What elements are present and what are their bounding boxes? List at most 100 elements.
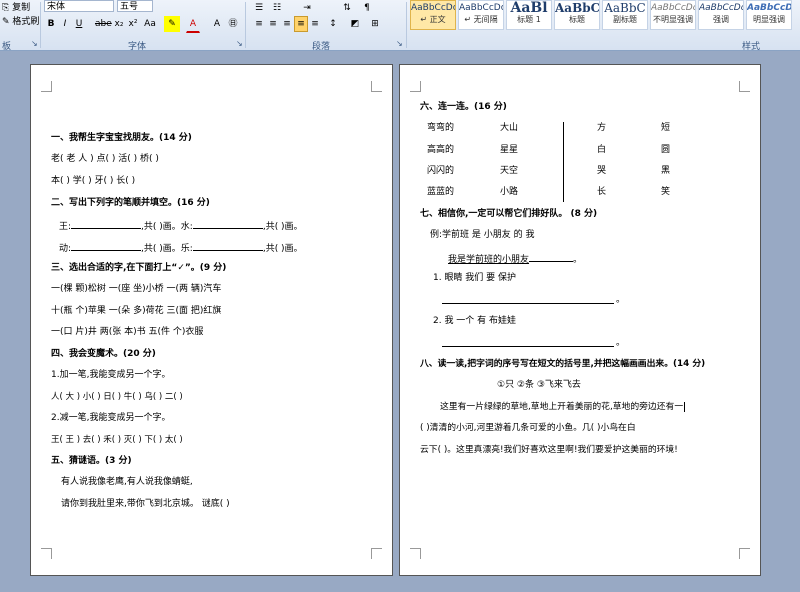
s7-question: 1. 眼睛 我们 要 保护 xyxy=(433,273,517,283)
section-7-title: 七、相信你,一定可以帮它们排好队。 (8 分) xyxy=(420,209,598,219)
s8-paragraph: 云下( )。这里真漂亮!我们好喜欢这里啊!我们要爱护这美丽的环境! xyxy=(420,445,678,455)
s5-line: 有人说我像老鹰,有人说我像蜻蜓, xyxy=(61,477,193,487)
s5-line: 请你到我肚里来,带你飞到北京城。 谜底( ) xyxy=(61,499,230,509)
font-size-combo[interactable]: 五号 xyxy=(117,0,153,12)
shading-icon[interactable]: ◩ xyxy=(348,16,362,32)
indent-icon[interactable]: ⇥ xyxy=(300,0,314,16)
s3-row: 一(口 片)井 两(张 本)书 五(件 个)衣服 xyxy=(51,327,204,337)
borders-icon[interactable]: ⊞ xyxy=(368,16,382,32)
s7-question: 2. 我 一个 有 布娃娃 xyxy=(433,316,517,326)
match-item[interactable]: 星星 xyxy=(500,144,518,156)
style-tile[interactable]: AaBbCcDc明显强调 xyxy=(746,0,792,30)
group-separator xyxy=(245,2,246,48)
ribbon: ⎘ 复制 ✎ 格式刷 板 ↘ 宋体 五号 B I U abe x₂ x² Aa … xyxy=(0,0,800,52)
blank[interactable] xyxy=(71,240,142,251)
document-page-1[interactable]: 一、我帮生字宝宝找朋友。(14 分) 老( 老 人 ) 点( ) 活( ) 桥(… xyxy=(30,64,393,576)
match-item[interactable]: 方 xyxy=(597,122,606,134)
char-shading-icon[interactable]: A xyxy=(210,16,224,32)
match-item[interactable]: 黑 xyxy=(661,165,670,177)
match-item[interactable]: 短 xyxy=(661,122,670,134)
justify-icon[interactable]: ≡ xyxy=(294,16,308,32)
numbering-icon[interactable]: ☷ xyxy=(270,0,284,16)
section-5-title: 五、猜谜语。(3 分) xyxy=(51,456,132,466)
s3-row: 一(棵 颗)松树 一(座 坐)小桥 一(两 辆)汽车 xyxy=(51,284,222,294)
s3-row: 十(瓶 个)苹果 一(朵 多)荷花 三(面 把)红旗 xyxy=(51,306,222,316)
style-tile[interactable]: AaBbCcDc ↵ 无间隔 xyxy=(458,0,504,30)
s8-options: ①只 ②条 ③飞来飞去 xyxy=(497,380,581,390)
s4-line: 王( 王 ) 去( ) 禾( ) 灭( ) 下( ) 太( ) xyxy=(51,435,183,445)
match-item[interactable]: 圆 xyxy=(661,144,670,156)
period: 。 xyxy=(616,295,626,305)
match-item[interactable]: 长 xyxy=(597,186,606,198)
s4-line: 人( 大 ) 小( ) 日( ) 牛( ) 乌( ) 二( ) xyxy=(51,392,183,402)
style-tile[interactable]: AaBl 标题 1 xyxy=(506,0,552,30)
align-center-icon[interactable]: ≡ xyxy=(266,16,280,32)
style-tile[interactable]: AaBbC 副标题 xyxy=(602,0,648,30)
match-item[interactable]: 哭 xyxy=(597,165,606,177)
match-item[interactable]: 闪闪的 xyxy=(427,165,454,177)
section-4-title: 四、我会变魔术。(20 分) xyxy=(51,349,156,359)
show-marks-icon[interactable]: ¶ xyxy=(360,0,374,16)
format-painter-button[interactable]: ✎ 格式刷 xyxy=(2,16,39,28)
match-item[interactable]: 高高的 xyxy=(427,144,454,156)
divider-line xyxy=(563,122,564,202)
section-2-title: 二、写出下列字的笔顺并填空。(16 分) xyxy=(51,198,210,208)
underline-button[interactable]: U xyxy=(72,16,86,32)
match-item[interactable]: 蓝蓝的 xyxy=(427,186,454,198)
style-tile[interactable]: AaBbCcDc 不明显强调 xyxy=(650,0,696,30)
styles-group-label: 样式 xyxy=(742,42,761,52)
s8-paragraph: 这里有一片绿绿的草地,草地上开着美丽的花,草地的旁边还有一 xyxy=(440,402,686,412)
corner-mark xyxy=(41,548,52,559)
font-name-combo[interactable]: 宋体 xyxy=(44,0,114,12)
document-page-2[interactable]: 六、连一连。(16 分) 弯弯的 高高的 闪闪的 蓝蓝的 大山 星星 天空 小路… xyxy=(399,64,761,576)
copy-button[interactable]: ⎘ 复制 xyxy=(2,2,30,14)
s7-example: 例:学前班 是 小朋友 的 我 xyxy=(430,230,535,240)
blank[interactable] xyxy=(192,218,263,229)
answer-line[interactable] xyxy=(442,346,614,347)
blank[interactable] xyxy=(192,240,263,251)
section-3-title: 三、选出合适的字,在下面打上“✓”。(9 分) xyxy=(51,263,227,273)
line-spacing-icon[interactable]: ↕ xyxy=(326,16,340,32)
answer-line[interactable] xyxy=(442,303,614,304)
style-tile[interactable]: AaBbC 标题 xyxy=(554,0,600,30)
distribute-icon[interactable]: ≡ xyxy=(308,16,322,32)
corner-mark xyxy=(739,81,750,92)
dialog-launcher-icon[interactable]: ↘ xyxy=(396,38,403,50)
match-item[interactable]: 白 xyxy=(597,144,606,156)
corner-mark xyxy=(739,548,750,559)
change-case-button[interactable]: Aa xyxy=(142,16,158,32)
period: 。 xyxy=(616,338,626,348)
s1-row: 老( 老 人 ) 点( ) 活( ) 桥( ) xyxy=(51,154,159,164)
brush-icon: ✎ xyxy=(2,17,10,27)
match-item[interactable]: 笑 xyxy=(661,186,670,198)
s2-row: 王: ,共( )画。水: ,共( )画。 xyxy=(59,218,303,233)
italic-button[interactable]: I xyxy=(58,16,72,32)
match-item[interactable]: 弯弯的 xyxy=(427,122,454,134)
superscript-button[interactable]: x² xyxy=(126,16,140,32)
section-6-title: 六、连一连。(16 分) xyxy=(420,102,507,112)
font-group-label: 字体 xyxy=(128,42,147,52)
highlight-icon[interactable]: ✎ xyxy=(164,16,180,32)
align-right-icon[interactable]: ≡ xyxy=(280,16,294,32)
sort-icon[interactable]: ⇅ xyxy=(340,0,354,16)
blank[interactable] xyxy=(71,218,142,229)
bullets-icon[interactable]: ☰ xyxy=(252,0,266,16)
s1-row: 本( ) 学( ) 牙( ) 长( ) xyxy=(51,176,136,186)
enclose-char-icon[interactable]: ㊐ xyxy=(226,16,240,32)
strikethrough-button[interactable]: abe xyxy=(94,16,112,32)
font-color-button[interactable]: A xyxy=(186,16,200,33)
match-item[interactable]: 大山 xyxy=(500,122,518,134)
section-1-title: 一、我帮生字宝宝找朋友。(14 分) xyxy=(51,133,192,143)
corner-mark xyxy=(371,548,382,559)
bold-button[interactable]: B xyxy=(44,16,58,32)
dialog-launcher-icon[interactable]: ↘ xyxy=(31,38,38,50)
dialog-launcher-icon[interactable]: ↘ xyxy=(236,38,243,50)
clipboard-group-label: 板 xyxy=(2,42,12,52)
style-tile[interactable]: AaBbCcDc 强调 xyxy=(698,0,744,30)
style-tile[interactable]: AaBbCcDc ↵ 正文 xyxy=(410,0,456,30)
subscript-button[interactable]: x₂ xyxy=(112,16,126,32)
s7-answer: 我是学前班的小朋友。 xyxy=(448,251,582,266)
match-item[interactable]: 小路 xyxy=(500,186,518,198)
match-item[interactable]: 天空 xyxy=(500,165,518,177)
align-left-icon[interactable]: ≡ xyxy=(252,16,266,32)
